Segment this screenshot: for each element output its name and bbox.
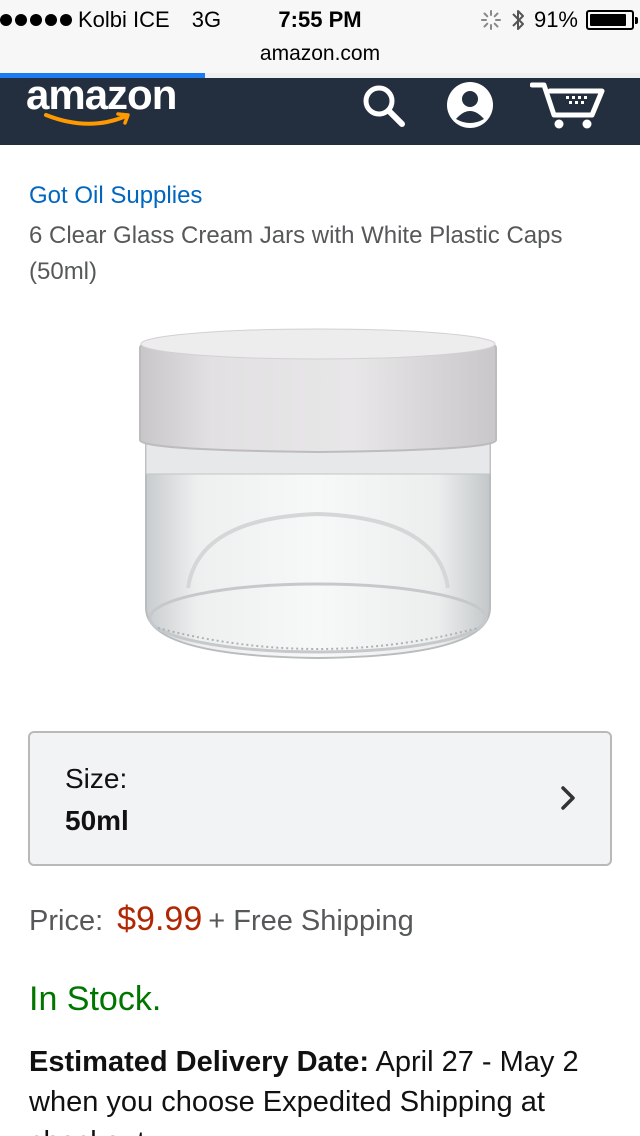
brand-link[interactable]: Got Oil Supplies: [29, 182, 202, 210]
size-value: 50ml: [65, 805, 129, 836]
chevron-right-icon: [561, 786, 575, 810]
battery-percent: 91%: [533, 7, 578, 32]
delivery-label: Estimated Delivery Date:: [29, 1046, 370, 1078]
site-header: amazon: [0, 71, 640, 145]
price-value: $9.99: [117, 900, 203, 938]
logo-smile-icon: [44, 112, 130, 126]
product-image[interactable]: [128, 318, 508, 674]
product-title: 6 Clear Glass Cream Jars with White Plas…: [29, 222, 563, 285]
status-bar: Kolbi ICE 3G 7:55 PM 91%: [0, 0, 640, 40]
size-selector[interactable]: Size: 50ml: [28, 731, 612, 866]
status-right: 91%: [480, 6, 638, 34]
cart-icon[interactable]: [528, 80, 608, 130]
price-label: Price:: [29, 905, 104, 937]
price-row: Price: $9.99 + Free Shipping: [29, 900, 414, 939]
battery-fill: [590, 14, 627, 26]
battery-icon: [586, 10, 638, 30]
url-bar[interactable]: amazon.com: [0, 40, 640, 73]
account-icon[interactable]: [443, 80, 497, 130]
delivery-info: Estimated Delivery Date: April 27 - May …: [29, 1042, 619, 1136]
stock-status: In Stock.: [29, 980, 162, 1018]
search-icon[interactable]: [356, 80, 410, 130]
activity-spinner-icon: [480, 10, 501, 30]
shipping-info: + Free Shipping: [208, 905, 414, 937]
size-label: Size:: [65, 763, 128, 794]
bluetooth-icon: [512, 10, 524, 30]
logo-text: amazon: [26, 71, 177, 118]
